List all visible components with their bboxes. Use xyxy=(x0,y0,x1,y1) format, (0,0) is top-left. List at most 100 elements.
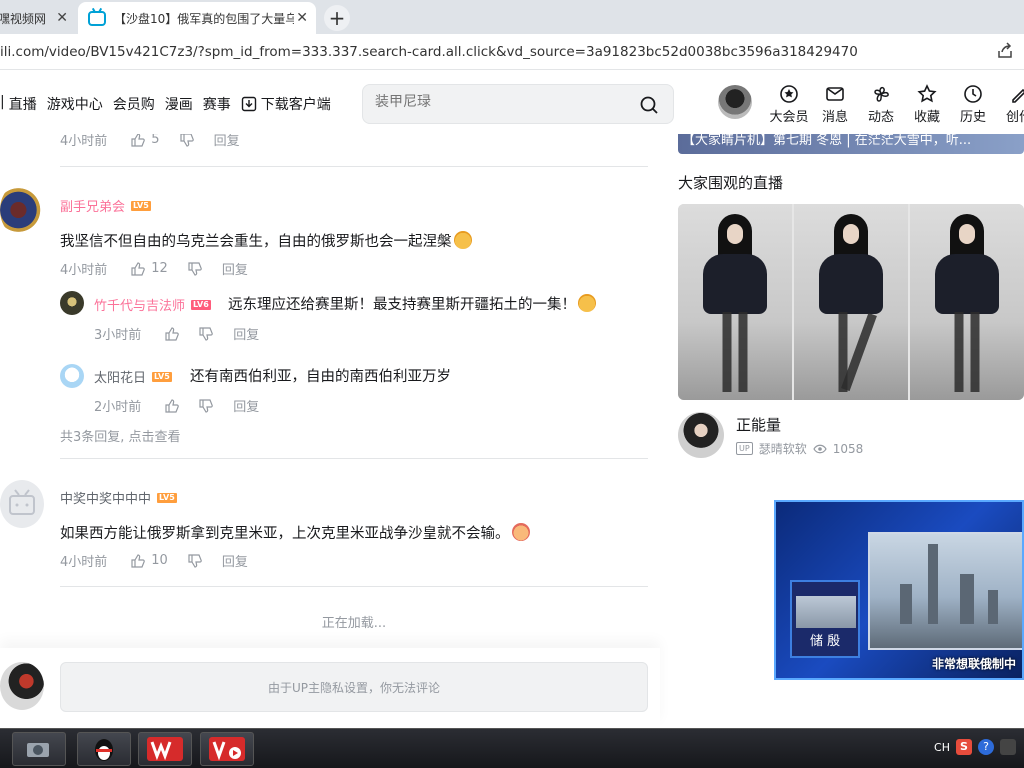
wps-video-icon xyxy=(209,737,245,761)
dislike-button[interactable] xyxy=(179,134,194,147)
history-button[interactable]: 历史 xyxy=(950,84,996,125)
message-button[interactable]: 消息 xyxy=(812,84,858,125)
username-text: 副手兄弟会 xyxy=(60,200,126,215)
reply-button[interactable]: 回复 xyxy=(222,551,248,570)
sogou-ime-icon[interactable]: S xyxy=(956,739,972,755)
taskbar-app-wps[interactable] xyxy=(138,732,192,766)
streamer-avatar[interactable] xyxy=(678,412,724,458)
vip-button[interactable]: 大会员 xyxy=(766,84,812,125)
ime-indicator[interactable]: CH xyxy=(934,741,950,754)
url-text[interactable]: ili.com/video/BV15v421C7z3/?spm_id_from=… xyxy=(0,44,858,60)
like-button[interactable] xyxy=(165,326,180,341)
comment-section: 4小时前 5 回复 副手兄弟会 LV5 我坚信不但自由的乌克兰会重生，自由的俄罗… xyxy=(0,134,660,728)
os-taskbar: CH S ? xyxy=(0,728,1024,768)
figure-leg xyxy=(970,312,980,392)
comment-meta: 4小时前 10 回复 xyxy=(60,551,248,570)
taskbar-app-qq[interactable] xyxy=(77,732,131,766)
right-sidebar: 【大家睛片机】第七期 冬恩 | 在茫茫大雪中，听... 大家围观的直播 正能量 … xyxy=(678,134,1024,728)
comment-input-disabled: 由于UP主隐私设置，你无法评论 xyxy=(60,662,648,712)
comment-meta: 4小时前 12 回复 xyxy=(60,259,248,278)
reply-username[interactable]: 竹千代与吉法师 LV6 xyxy=(94,295,211,314)
share-icon[interactable] xyxy=(996,42,1014,60)
thumbs-up-icon xyxy=(131,134,146,147)
taskbar-app-wps-video[interactable] xyxy=(200,732,254,766)
reply-button[interactable]: 回复 xyxy=(222,259,248,278)
camera-app-icon xyxy=(27,743,49,757)
comment-body: 我坚信不但自由的乌克兰会重生，自由的俄罗斯也会一起涅槃 xyxy=(60,234,452,250)
like-button[interactable] xyxy=(165,398,180,413)
dislike-button[interactable] xyxy=(199,326,214,341)
search-input[interactable] xyxy=(375,94,625,110)
like-count: 5 xyxy=(151,134,160,147)
comment-time: 4小时前 xyxy=(60,263,108,278)
level-badge: LV6 xyxy=(191,299,211,310)
thumbs-down-icon xyxy=(199,398,214,413)
reply-avatar[interactable] xyxy=(60,364,84,388)
figure-sweater xyxy=(819,254,883,314)
live-thumbnail[interactable] xyxy=(678,204,1024,400)
tab-active-video[interactable]: 【沙盘10】俄军真的包围了大量乌 ✕ xyxy=(78,2,316,34)
like-button[interactable]: 10 xyxy=(131,553,168,568)
dislike-button[interactable] xyxy=(199,398,214,413)
ad-skyline-screen xyxy=(868,532,1022,650)
comment-username[interactable]: 副手兄弟会 LV5 xyxy=(60,196,151,215)
reply-button[interactable]: 回复 xyxy=(233,324,259,343)
comment-time: 4小时前 xyxy=(60,134,108,149)
live-title[interactable]: 正能量 xyxy=(736,414,781,435)
favorites-label: 收藏 xyxy=(913,110,940,125)
nav-shop[interactable]: 会员购 xyxy=(113,94,155,114)
skyline-tower xyxy=(960,574,974,624)
streamer-username[interactable]: 瑟晴软软 xyxy=(759,440,807,457)
reply-button[interactable]: 回复 xyxy=(233,396,259,415)
close-icon[interactable]: ✕ xyxy=(56,10,68,26)
promo-banner[interactable]: 【大家睛片机】第七期 冬恩 | 在茫茫大雪中，听... xyxy=(678,134,1024,154)
reply-avatar[interactable] xyxy=(60,291,84,315)
nav-download[interactable]: 下载客户端 xyxy=(241,94,341,114)
nav-events[interactable]: 赛事 xyxy=(203,94,231,114)
commenter-avatar[interactable] xyxy=(0,480,44,528)
more-replies-link[interactable]: 共3条回复, 点击查看 xyxy=(60,426,181,445)
address-bar[interactable]: ili.com/video/BV15v421C7z3/?spm_id_from=… xyxy=(0,34,1024,70)
reply-button[interactable]: 回复 xyxy=(214,134,240,149)
dynamic-button[interactable]: 动态 xyxy=(858,84,904,125)
reply-text: 远东理应还给赛里斯！最支持赛里斯开疆拓土的一集！ xyxy=(228,293,596,314)
dislike-button[interactable] xyxy=(188,553,202,568)
search-box xyxy=(362,84,674,124)
favorites-button[interactable]: 收藏 xyxy=(904,84,950,125)
taskbar-app-camera[interactable] xyxy=(12,732,66,766)
thumbnail-panel xyxy=(794,204,910,400)
comment-text: 如果西方能让俄罗斯拿到克里米亚，上次克里米亚战争沙皇就不会输。 xyxy=(60,522,530,543)
top-nav: | 直播 游戏中心 会员购 漫画 赛事 下载客户端 xyxy=(0,94,351,114)
header-icons: 大会员 消息 动态 收藏 历史 创作 xyxy=(766,84,1024,125)
close-icon[interactable]: ✕ xyxy=(296,10,308,26)
comment-username[interactable]: 中奖中奖中中中 LV5 xyxy=(60,488,177,507)
dislike-button[interactable] xyxy=(188,261,202,276)
thumbs-up-icon xyxy=(131,553,146,568)
loading-text: 正在加载... xyxy=(321,616,387,631)
skyline-tower xyxy=(928,544,938,624)
tray-expand-icon[interactable] xyxy=(1000,739,1016,755)
nav-live[interactable]: 直播 xyxy=(9,94,37,114)
like-button[interactable]: 12 xyxy=(131,261,168,276)
reply-username[interactable]: 太阳花日 LV5 xyxy=(94,367,172,386)
create-button[interactable]: 创作 xyxy=(996,84,1024,125)
search-icon[interactable] xyxy=(639,95,659,115)
wps-icon xyxy=(147,737,183,761)
thumbnail-panel xyxy=(678,204,794,400)
level-badge: LV5 xyxy=(131,200,151,211)
nav-manga[interactable]: 漫画 xyxy=(165,94,193,114)
commenter-avatar[interactable] xyxy=(0,182,46,238)
help-icon[interactable]: ? xyxy=(978,739,994,755)
ad-banner[interactable]: 储 殷 非常想联俄制中 xyxy=(774,500,1024,680)
level-badge: LV5 xyxy=(157,492,177,503)
vip-icon xyxy=(780,85,798,103)
new-tab-button[interactable]: + xyxy=(324,5,350,31)
like-button[interactable]: 5 xyxy=(131,134,160,147)
tab-video-site[interactable]: 嘿视频网 ✕ xyxy=(0,2,76,34)
cat-emoji-icon xyxy=(578,294,596,312)
nav-games[interactable]: 游戏中心 xyxy=(47,94,103,114)
qq-penguin-icon xyxy=(95,739,113,761)
cat-emoji-icon xyxy=(453,231,472,249)
user-avatar[interactable] xyxy=(718,85,752,119)
like-count: 12 xyxy=(151,261,168,276)
